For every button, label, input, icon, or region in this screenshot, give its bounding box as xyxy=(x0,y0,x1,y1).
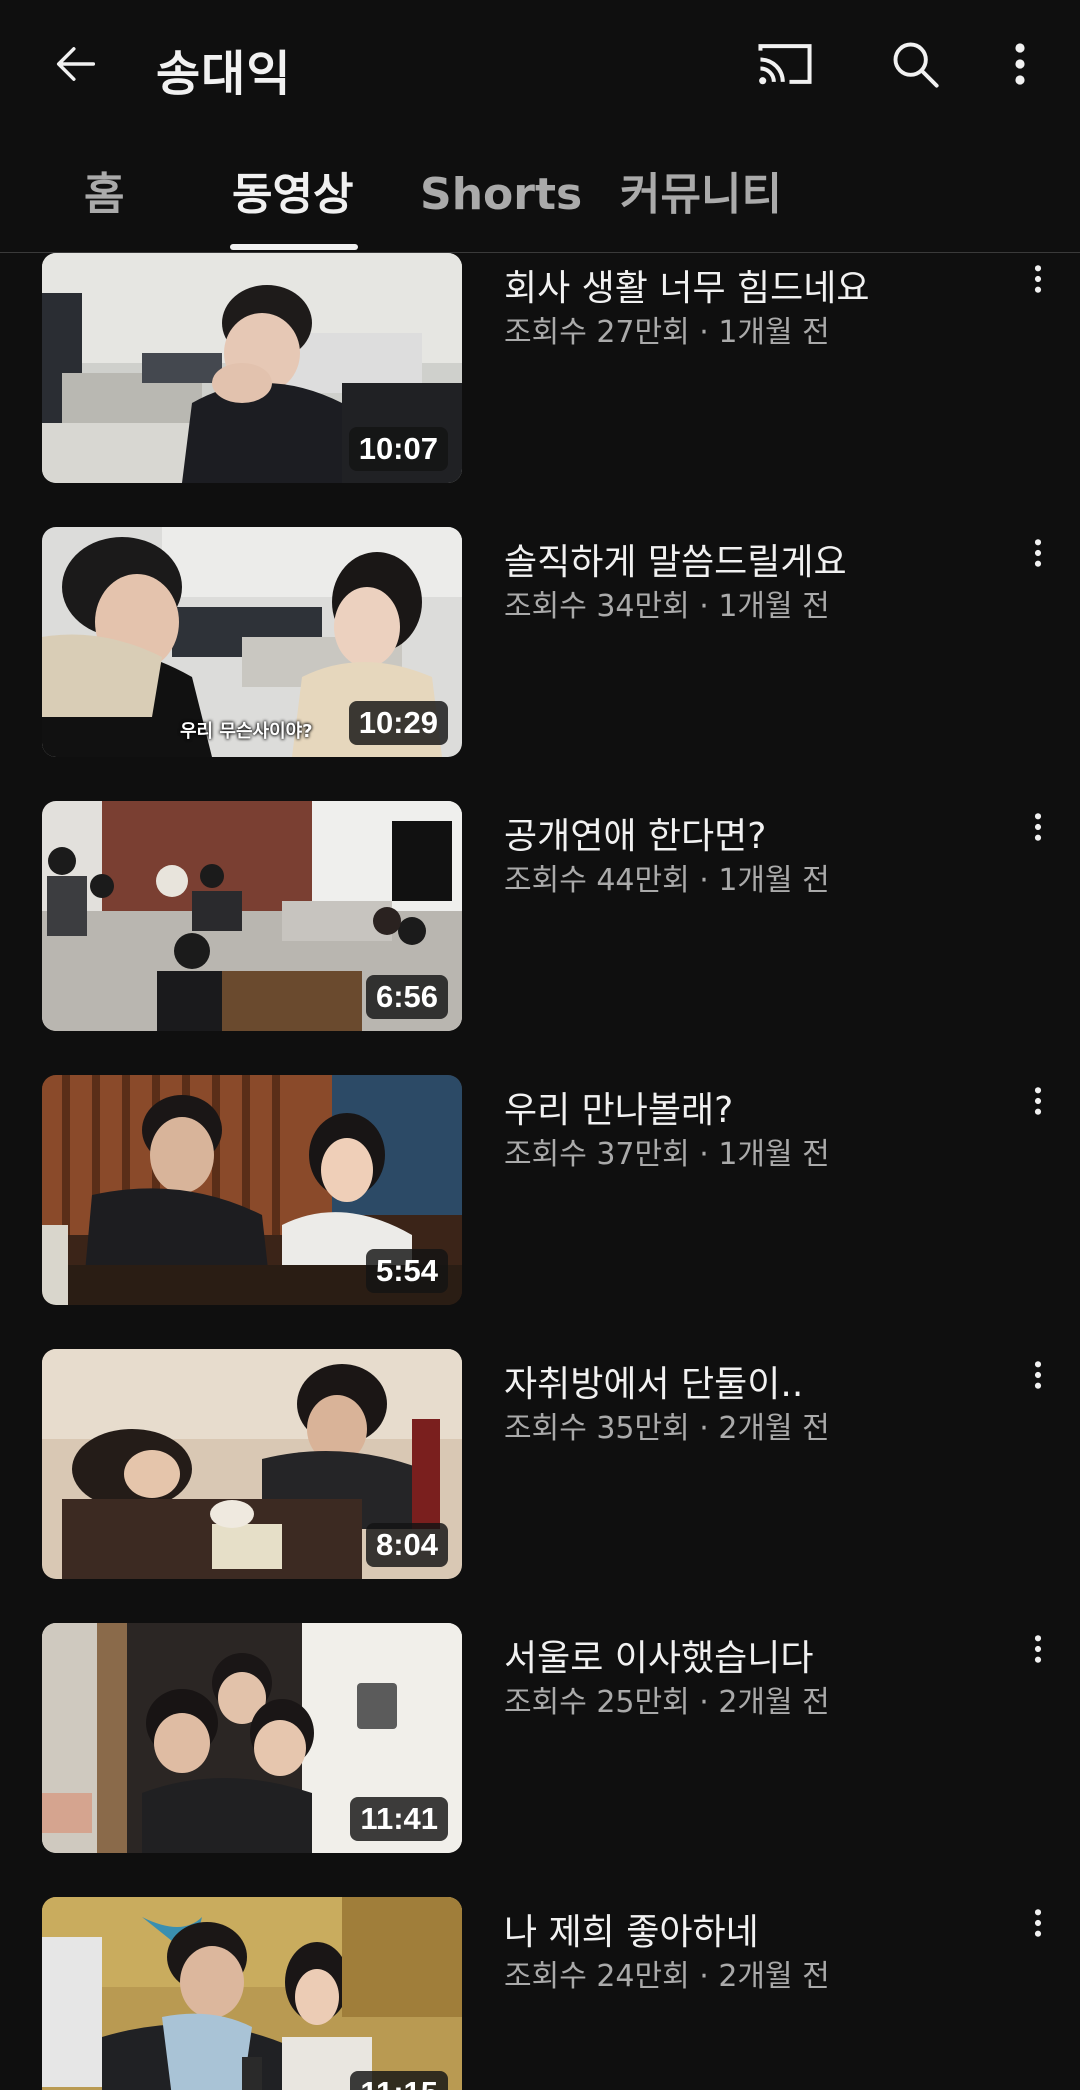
tab-community[interactable]: 커뮤니티 xyxy=(620,162,782,240)
more-vertical-icon xyxy=(1015,43,1025,85)
more-vertical-icon xyxy=(1034,1635,1042,1663)
video-metadata: 조회수 27만회 · 1개월 전 xyxy=(504,315,830,350)
video-action-menu-button[interactable] xyxy=(1016,253,1060,305)
tab-videos[interactable]: 동영상 xyxy=(232,162,353,240)
video-thumbnail[interactable]: 11:41 xyxy=(42,1623,462,1853)
channel-name: 송대익 xyxy=(156,46,292,102)
video-item[interactable]: 11:41 서울로 이사했습니다 조회수 25만회 · 2개월 전 xyxy=(0,1623,1080,1855)
tab-shorts[interactable]: Shorts xyxy=(420,162,582,240)
back-button[interactable] xyxy=(36,28,116,100)
video-item[interactable]: 6:56 공개연애 한다면? 조회수 44만회 · 1개월 전 xyxy=(0,801,1080,1033)
video-thumbnail[interactable]: 우리 무슨사이야? 10:29 xyxy=(42,527,462,757)
video-thumbnail[interactable]: 10:07 xyxy=(42,253,462,483)
video-item[interactable]: 우리 무슨사이야? 10:29 솔직하게 말씀드릴게요 조회수 34만회 · 1… xyxy=(0,527,1080,759)
video-thumbnail[interactable]: 5:54 xyxy=(42,1075,462,1305)
video-title[interactable]: 우리 만나볼래? xyxy=(504,1081,994,1133)
search-icon xyxy=(893,42,939,88)
more-vertical-icon xyxy=(1034,539,1042,567)
video-title[interactable]: 나 제희 좋아하네 xyxy=(504,1903,994,1955)
video-metadata: 조회수 37만회 · 1개월 전 xyxy=(504,1137,830,1172)
video-item[interactable]: 5:54 우리 만나볼래? 조회수 37만회 · 1개월 전 xyxy=(0,1075,1080,1307)
channel-tabs: 홈 동영상 Shorts 커뮤니티 xyxy=(0,150,1080,253)
video-thumbnail[interactable]: 11:15 xyxy=(42,1897,462,2090)
video-duration: 10:07 xyxy=(348,427,448,471)
video-duration: 10:29 xyxy=(348,701,448,745)
video-metadata: 조회수 34만회 · 1개월 전 xyxy=(504,589,830,624)
video-duration: 5:54 xyxy=(365,1249,448,1293)
video-duration: 11:15 xyxy=(350,2071,448,2090)
video-thumbnail[interactable]: 6:56 xyxy=(42,801,462,1031)
video-item[interactable]: 11:15 나 제희 좋아하네 조회수 24만회 · 2개월 전 xyxy=(0,1897,1080,2090)
video-action-menu-button[interactable] xyxy=(1016,801,1060,853)
more-options-button[interactable] xyxy=(990,28,1050,100)
cast-icon xyxy=(758,44,812,85)
video-action-menu-button[interactable] xyxy=(1016,1349,1060,1401)
cast-button[interactable] xyxy=(740,28,830,100)
channel-videos-screen: 송대익 홈 동영상 Shorts 커뮤니티 10:07 회사 생활 너무 힘드네… xyxy=(0,0,1080,2090)
video-title[interactable]: 솔직하게 말씀드릴게요 xyxy=(504,533,994,585)
video-item[interactable]: 10:07 회사 생활 너무 힘드네요 조회수 27만회 · 1개월 전 xyxy=(0,253,1080,485)
more-vertical-icon xyxy=(1034,1361,1042,1389)
video-action-menu-button[interactable] xyxy=(1016,1075,1060,1127)
more-vertical-icon xyxy=(1034,813,1042,841)
video-metadata: 조회수 24만회 · 2개월 전 xyxy=(504,1959,830,1994)
tab-home[interactable]: 홈 xyxy=(84,162,124,240)
video-title[interactable]: 자취방에서 단둘이.. xyxy=(504,1355,994,1407)
video-item[interactable]: 8:04 자취방에서 단둘이.. 조회수 35만회 · 2개월 전 xyxy=(0,1349,1080,1581)
video-duration: 6:56 xyxy=(365,975,448,1019)
video-duration: 11:41 xyxy=(350,1797,448,1841)
video-thumbnail[interactable]: 8:04 xyxy=(42,1349,462,1579)
more-vertical-icon xyxy=(1034,1087,1042,1115)
video-title[interactable]: 회사 생활 너무 힘드네요 xyxy=(504,259,994,311)
more-vertical-icon xyxy=(1034,1909,1042,1937)
video-duration: 8:04 xyxy=(365,1523,448,1567)
video-metadata: 조회수 44만회 · 1개월 전 xyxy=(504,863,830,898)
video-action-menu-button[interactable] xyxy=(1016,527,1060,579)
active-tab-indicator xyxy=(230,244,358,250)
top-app-bar: 송대익 xyxy=(0,0,1080,130)
video-title[interactable]: 공개연애 한다면? xyxy=(504,807,994,859)
video-metadata: 조회수 25만회 · 2개월 전 xyxy=(504,1685,830,1720)
video-title[interactable]: 서울로 이사했습니다 xyxy=(504,1629,994,1681)
thumbnail-caption: 우리 무슨사이야? xyxy=(180,721,313,742)
more-vertical-icon xyxy=(1034,265,1042,293)
video-action-menu-button[interactable] xyxy=(1016,1623,1060,1675)
back-arrow-icon xyxy=(56,47,96,81)
video-action-menu-button[interactable] xyxy=(1016,1897,1060,1949)
search-button[interactable] xyxy=(870,28,960,100)
thumbnail-image xyxy=(42,1897,462,2090)
video-metadata: 조회수 35만회 · 2개월 전 xyxy=(504,1411,830,1446)
